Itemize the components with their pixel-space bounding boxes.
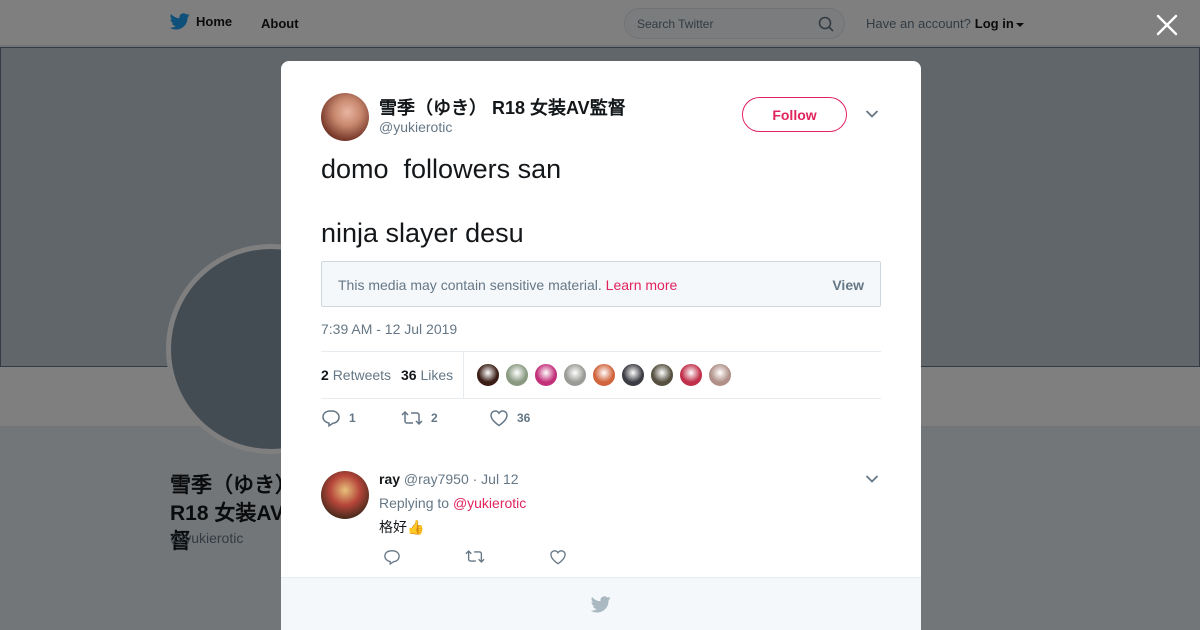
reply-text: 格好👍: [379, 519, 425, 535]
retweet-icon[interactable]: [465, 549, 485, 564]
chevron-down-icon[interactable]: [865, 474, 879, 484]
author-handle[interactable]: @yukierotic: [379, 119, 452, 135]
tweet-text-line: [321, 185, 561, 217]
reply-actions: [383, 549, 567, 565]
replying-prefix: Replying to: [379, 495, 450, 511]
learn-more-link[interactable]: Learn more: [606, 277, 678, 293]
likes-count: 36: [401, 367, 417, 383]
liker-avatar[interactable]: [505, 363, 529, 387]
retweets-stat[interactable]: 2 Retweets: [321, 367, 391, 383]
tweet-stats: 2 Retweets 36 Likes: [321, 351, 881, 399]
heart-icon[interactable]: [549, 549, 567, 565]
tweet-timestamp[interactable]: 7:39 AM - 12 Jul 2019: [321, 321, 457, 337]
reply-icon[interactable]: [383, 549, 401, 565]
sensitive-media-notice: This media may contain sensitive materia…: [321, 261, 881, 307]
liker-avatars: [476, 363, 732, 387]
heart-icon: [490, 410, 508, 427]
tweet-actions: 1 2 36: [321, 409, 530, 427]
reply-button[interactable]: 1: [321, 409, 401, 427]
reply-header: ray @ray7950 · Jul 12: [379, 471, 519, 487]
liker-avatar[interactable]: [476, 363, 500, 387]
sensitive-text: This media may contain sensitive materia…: [338, 277, 602, 293]
retweet-count: 2: [431, 411, 438, 425]
liker-avatar[interactable]: [534, 363, 558, 387]
replying-mention-link[interactable]: @yukierotic: [453, 495, 526, 511]
reply-author-name[interactable]: ray: [379, 471, 400, 487]
modal-footer: [281, 577, 921, 630]
retweet-icon: [401, 410, 423, 426]
close-icon[interactable]: [1155, 13, 1179, 37]
sensitive-message: This media may contain sensitive materia…: [338, 277, 677, 293]
reply-author-avatar[interactable]: [321, 471, 369, 519]
tweet-text: domo followers san ninja slayer desu: [321, 153, 561, 249]
reply-tweet[interactable]: ray @ray7950 · Jul 12 Replying to @yukie…: [321, 471, 881, 571]
likes-label: Likes: [420, 367, 454, 383]
liker-avatar[interactable]: [679, 363, 703, 387]
retweets-count: 2: [321, 367, 329, 383]
tweet-text-line: ninja slayer desu: [321, 218, 524, 248]
author-name[interactable]: 雪季（ゆき） R18 女装AV監督: [379, 94, 626, 120]
reply-count: 1: [349, 411, 356, 425]
follow-button[interactable]: Follow: [742, 97, 847, 132]
liker-avatar[interactable]: [621, 363, 645, 387]
likes-stat[interactable]: 36 Likes: [401, 367, 453, 383]
tweet-text-line: domo followers san: [321, 154, 562, 184]
tweet-modal: 雪季（ゆき） R18 女装AV監督 @yukierotic Follow dom…: [281, 61, 921, 630]
liker-avatar[interactable]: [563, 363, 587, 387]
retweet-button[interactable]: 2: [401, 410, 489, 426]
view-media-button[interactable]: View: [832, 277, 864, 293]
liker-avatar[interactable]: [650, 363, 674, 387]
author-avatar[interactable]: [321, 93, 369, 141]
like-count: 36: [517, 411, 531, 425]
reply-icon: [322, 410, 340, 427]
like-button[interactable]: 36: [489, 409, 530, 427]
retweets-label: Retweets: [332, 367, 392, 383]
twitter-bird-icon: [591, 596, 611, 613]
replying-to: Replying to @yukierotic: [379, 495, 526, 511]
reply-date[interactable]: · Jul 12: [473, 471, 519, 487]
stats-divider: [463, 352, 464, 399]
chevron-down-icon[interactable]: [865, 109, 879, 119]
liker-avatar[interactable]: [592, 363, 616, 387]
liker-avatar[interactable]: [708, 363, 732, 387]
reply-author-handle[interactable]: @ray7950: [404, 471, 469, 487]
